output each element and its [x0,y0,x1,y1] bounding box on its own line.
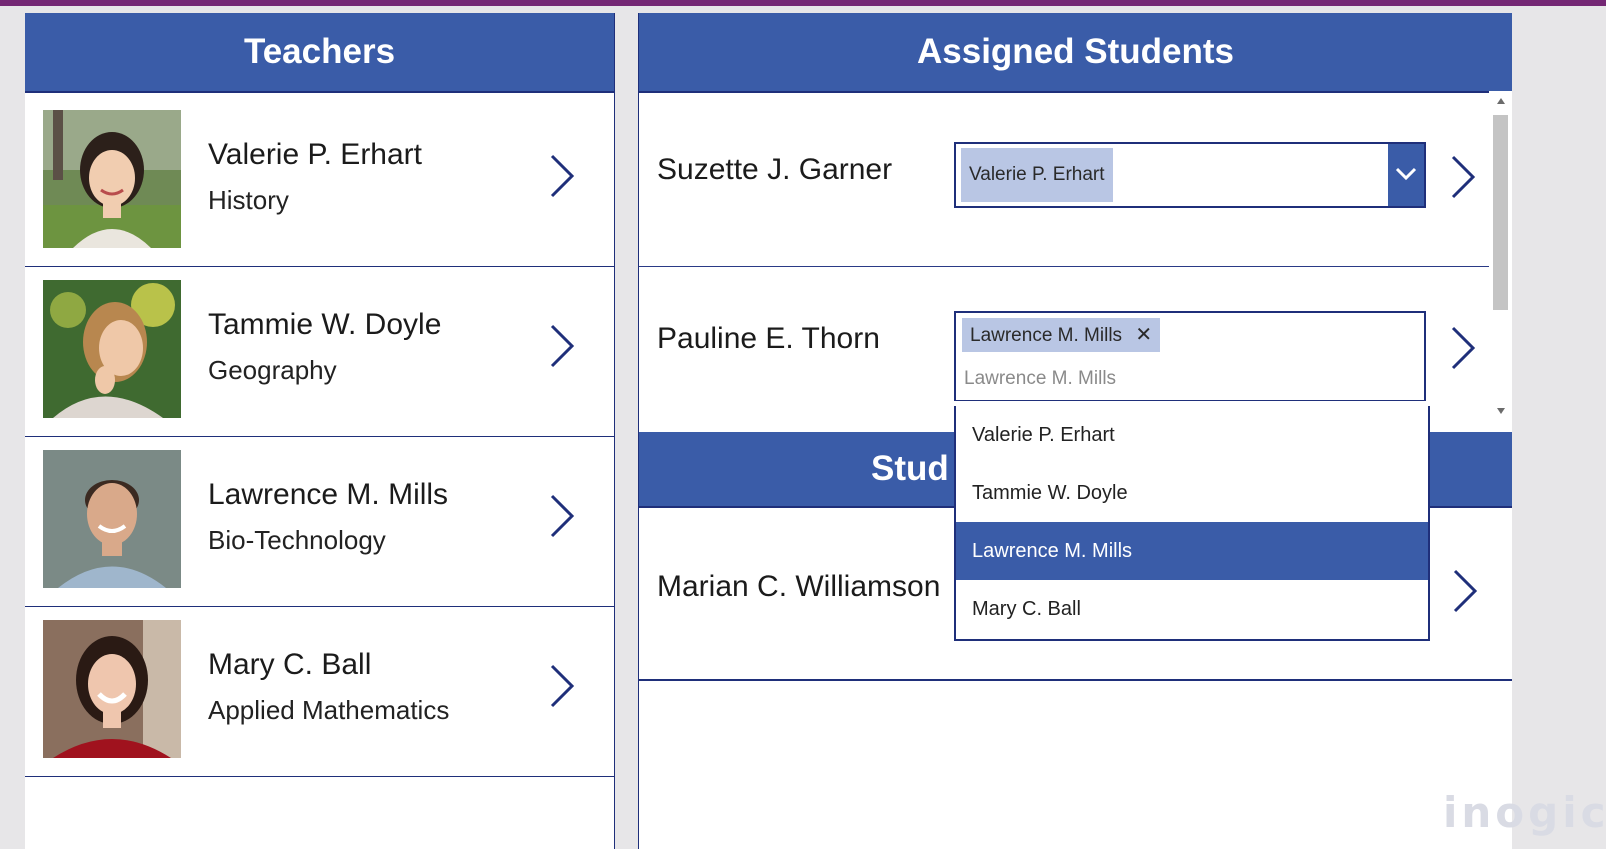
teacher-combobox-open[interactable]: Lawrence M. Mills ✕ [954,311,1426,401]
chevron-right-icon[interactable] [1452,568,1478,614]
chevron-right-icon[interactable] [1450,325,1476,371]
teacher-row-mary[interactable]: Mary C. Ball Applied Mathematics [25,603,614,777]
dropdown-option-selected[interactable]: Lawrence M. Mills [956,522,1428,580]
chevron-right-icon[interactable] [549,493,575,539]
teacher-subject: History [208,185,289,215]
teacher-combobox[interactable]: Valerie P. Erhart [954,142,1426,208]
students-header-title: Stud [871,449,949,488]
teacher-subject: Applied Mathematics [208,695,450,725]
teachers-panel: Teachers Valerie P. Erhart History Tammi… [25,13,615,849]
assigned-students-header: Assigned Students [639,13,1512,93]
teacher-name: Mary C. Ball [208,648,372,681]
scroll-up-icon[interactable] [1496,97,1506,105]
teacher-name: Tammie W. Doyle [208,308,442,341]
chevron-right-icon[interactable] [549,153,575,199]
teacher-photo-tammie [43,280,181,418]
student-name: Marian C. Williamson [657,570,941,603]
combobox-search-input[interactable] [962,361,1396,397]
close-icon[interactable]: ✕ [1135,324,1152,346]
chevron-right-icon[interactable] [1450,154,1476,200]
teacher-photo-mary [43,620,181,758]
teacher-subject: Bio-Technology [208,525,386,555]
teacher-subject: Geography [208,355,337,385]
scroll-down-icon[interactable] [1496,407,1506,415]
app-top-bar [0,0,1606,6]
dropdown-option[interactable]: Tammie W. Doyle [956,464,1428,522]
teacher-name: Lawrence M. Mills [208,478,449,511]
chevron-right-icon[interactable] [549,323,575,369]
chevron-down-icon[interactable] [1388,144,1424,206]
dropdown-option[interactable]: Valerie P. Erhart [956,406,1428,464]
inogic-watermark-logo: inogic [1443,788,1606,837]
student-name: Pauline E. Thorn [657,322,880,355]
student-name: Suzette J. Garner [657,153,893,186]
assigned-row-suzette[interactable]: Suzette J. Garner Valerie P. Erhart [639,93,1489,267]
chevron-right-icon[interactable] [549,663,575,709]
selected-teacher-chip: Valerie P. Erhart [961,148,1113,202]
dropdown-option[interactable]: Mary C. Ball [956,580,1428,638]
chip-label: Lawrence M. Mills [970,325,1123,346]
selected-teacher-chip: Lawrence M. Mills ✕ [962,318,1161,352]
teacher-photo-lawrence [43,450,181,588]
teacher-row-lawrence[interactable]: Lawrence M. Mills Bio-Technology [25,433,614,607]
teachers-header: Teachers [25,13,614,93]
scrollbar-thumb[interactable] [1493,115,1508,310]
teacher-row-valerie[interactable]: Valerie P. Erhart History [25,93,614,267]
teacher-row-tammie[interactable]: Tammie W. Doyle Geography [25,263,614,437]
teacher-photo-valerie [43,110,181,248]
teacher-dropdown-list: Valerie P. Erhart Tammie W. Doyle Lawren… [954,406,1430,641]
teacher-name: Valerie P. Erhart [208,138,422,171]
